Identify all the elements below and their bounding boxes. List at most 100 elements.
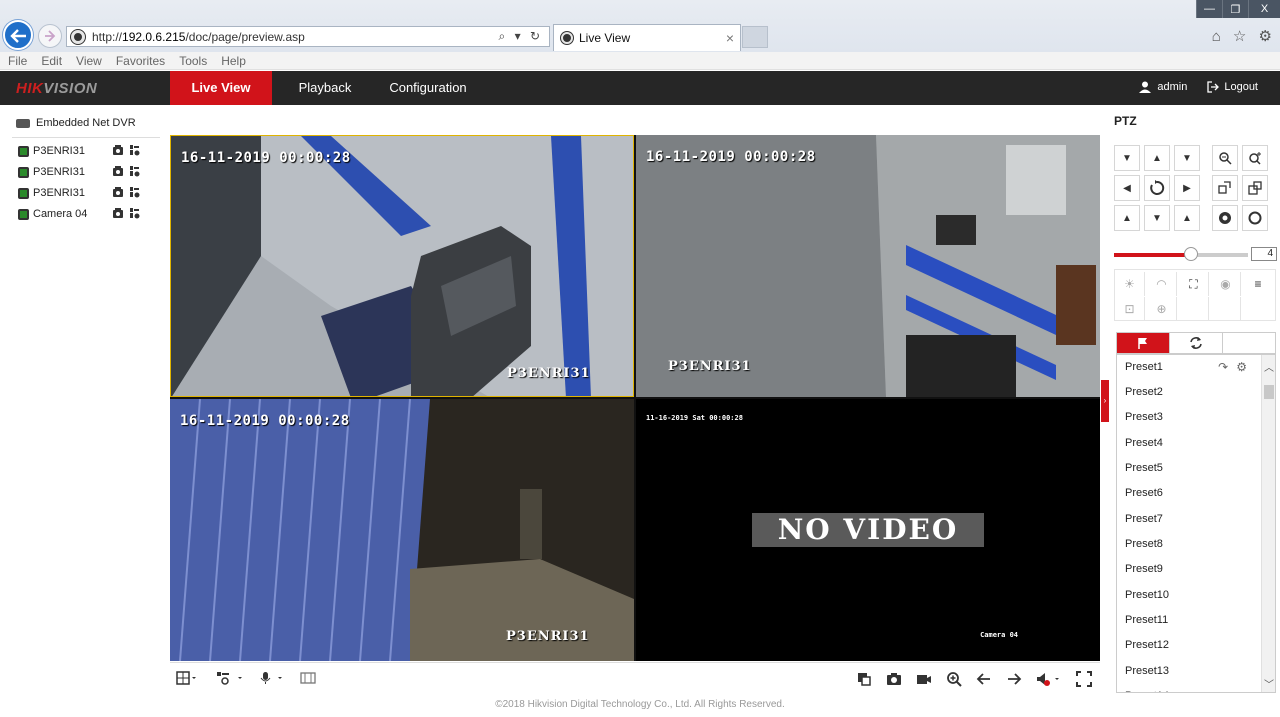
tab-playback[interactable]: Playback [283, 71, 367, 105]
record-icon[interactable] [112, 165, 124, 177]
back-button[interactable] [3, 20, 33, 50]
tab-presets[interactable] [1117, 333, 1170, 353]
ptz-auto-button[interactable] [1144, 175, 1170, 201]
ptz-down-button[interactable]: ▼ [1144, 205, 1170, 231]
stream-select-icon[interactable] [129, 186, 141, 198]
record-all-button[interactable] [916, 671, 932, 687]
address-url[interactable]: http://192.0.6.215/doc/page/preview.asp [92, 30, 305, 44]
address-search-refresh-icons[interactable]: ⌕ ▾ ↻ [499, 29, 543, 44]
stream-select-icon[interactable] [129, 165, 141, 177]
enhance-button[interactable] [300, 671, 316, 687]
scroll-down-icon[interactable]: ﹀ [1263, 676, 1275, 691]
close-window-button[interactable]: X [1248, 0, 1280, 18]
3d-zoom-button[interactable]: ⊕ [1147, 297, 1177, 321]
ptz-up-left-button[interactable]: ▼ [1114, 145, 1140, 171]
camera-node[interactable]: P3ENRI31 [18, 166, 148, 178]
dvr-root-node[interactable]: Embedded Net DVR [16, 117, 136, 129]
fullscreen-button[interactable] [1076, 671, 1092, 687]
wiper-button[interactable]: ◠ [1147, 272, 1177, 296]
zoom-in-button[interactable] [1242, 145, 1268, 171]
ptz-panel-toggle[interactable]: › [1101, 380, 1109, 422]
ptz-speed-value[interactable]: 4 [1251, 247, 1277, 261]
record-icon[interactable] [112, 186, 124, 198]
tab-patrols[interactable] [1170, 333, 1223, 353]
ptz-down-left-button[interactable]: ▲ [1114, 205, 1140, 231]
tab-live-view[interactable]: Live View [170, 71, 272, 105]
focus-near-button[interactable] [1212, 175, 1238, 201]
preset-item[interactable]: Preset14 [1117, 684, 1261, 692]
minimize-button[interactable]: — [1196, 0, 1222, 18]
address-bar[interactable]: http://192.0.6.215/doc/page/preview.asp … [66, 26, 550, 47]
menu-tools[interactable]: Tools [179, 54, 207, 68]
manual-track-button[interactable]: ⊡ [1115, 297, 1145, 321]
menu-edit[interactable]: Edit [41, 54, 62, 68]
preset-item[interactable]: Preset3 [1117, 405, 1261, 430]
zoom-out-button[interactable] [1212, 145, 1238, 171]
digital-zoom-button[interactable] [946, 671, 962, 687]
layout-button[interactable] [176, 671, 198, 687]
preset-item[interactable]: Preset11 [1117, 608, 1261, 633]
preset-item[interactable]: Preset2 [1117, 380, 1261, 405]
tab-pattern[interactable] [1223, 333, 1275, 353]
menu-favorites[interactable]: Favorites [116, 54, 165, 68]
preset-item[interactable]: Preset1 ↷⚙ [1117, 355, 1261, 380]
camera-node[interactable]: Camera 04 [18, 208, 148, 220]
previous-page-button[interactable] [976, 671, 992, 687]
preset-item[interactable]: Preset5 [1117, 456, 1261, 481]
iris-close-button[interactable] [1242, 205, 1268, 231]
ptz-right-button[interactable]: ▶ [1174, 175, 1200, 201]
camera-node[interactable]: P3ENRI31 [18, 187, 148, 199]
preset-item[interactable]: Preset7 [1117, 507, 1261, 532]
ptz-up-button[interactable]: ▲ [1144, 145, 1170, 171]
video-tile-4[interactable]: 11-16-2019 Sat 00:00:28 NO VIDEO Camera … [636, 399, 1100, 661]
camera-node[interactable]: P3ENRI31 [18, 145, 148, 157]
restore-button[interactable]: ❐ [1222, 0, 1248, 18]
audio-talk-button[interactable] [258, 671, 288, 687]
record-icon[interactable] [112, 144, 124, 156]
preset-item[interactable]: Preset4 [1117, 431, 1261, 456]
video-tile-2[interactable]: 16-11-2019 00:00:28 P3ENRI31 [636, 135, 1100, 397]
forward-button[interactable] [38, 24, 62, 48]
multi-window-button[interactable] [856, 671, 872, 687]
ptz-speed-handle[interactable] [1183, 247, 1198, 261]
volume-button[interactable] [1036, 671, 1062, 687]
preset-item[interactable]: Preset13 [1117, 659, 1261, 684]
preset-item[interactable]: Preset10 [1117, 583, 1261, 608]
stream-select-icon[interactable] [129, 144, 141, 156]
preset-item[interactable]: Preset9 [1117, 557, 1261, 582]
stream-type-button[interactable] [216, 671, 246, 687]
scroll-thumb[interactable] [1264, 385, 1274, 399]
browser-tab[interactable]: Live View × [553, 24, 741, 51]
iris-open-button[interactable] [1212, 205, 1238, 231]
next-page-button[interactable] [1006, 671, 1022, 687]
ptz-up-right-button[interactable]: ▼ [1174, 145, 1200, 171]
logout-link[interactable]: Logout [1224, 81, 1258, 93]
menu-button[interactable]: ≡ [1243, 272, 1273, 296]
scroll-up-icon[interactable]: ︿ [1263, 359, 1275, 374]
preset-scrollbar[interactable]: ︿ ﹀ [1261, 355, 1275, 692]
lens-init-button[interactable]: ◉ [1211, 272, 1241, 296]
record-icon[interactable] [112, 207, 124, 219]
preset-item[interactable]: Preset8 [1117, 532, 1261, 557]
ptz-down-right-button[interactable]: ▲ [1174, 205, 1200, 231]
preset-item[interactable]: Preset6 [1117, 481, 1261, 506]
set-preset-gear-icon[interactable]: ⚙ [1236, 360, 1255, 374]
call-preset-icon[interactable]: ↷ [1218, 360, 1236, 374]
stream-select-icon[interactable] [129, 207, 141, 219]
home-favorites-settings-icons[interactable]: ⌂ ☆ ⚙ [1212, 27, 1276, 45]
ptz-left-button[interactable]: ◀ [1114, 175, 1140, 201]
auxiliary-focus-button[interactable]: ⛶ [1179, 272, 1209, 296]
video-tile-3[interactable]: 16-11-2019 00:00:28 P3ENRI31 [170, 399, 634, 661]
tab-close-icon[interactable]: × [726, 30, 734, 46]
ptz-speed-slider[interactable] [1114, 253, 1248, 257]
tab-configuration[interactable]: Configuration [380, 71, 476, 105]
preset-item[interactable]: Preset12 [1117, 633, 1261, 658]
focus-far-button[interactable] [1242, 175, 1268, 201]
menu-help[interactable]: Help [221, 54, 246, 68]
video-tile-1[interactable]: 16-11-2019 00:00:28 P3ENRI31 [170, 135, 634, 397]
menu-view[interactable]: View [76, 54, 102, 68]
new-tab-button[interactable] [742, 26, 768, 48]
light-button[interactable]: ☀ [1115, 272, 1145, 296]
username[interactable]: admin [1157, 81, 1187, 93]
menu-file[interactable]: File [8, 54, 27, 68]
